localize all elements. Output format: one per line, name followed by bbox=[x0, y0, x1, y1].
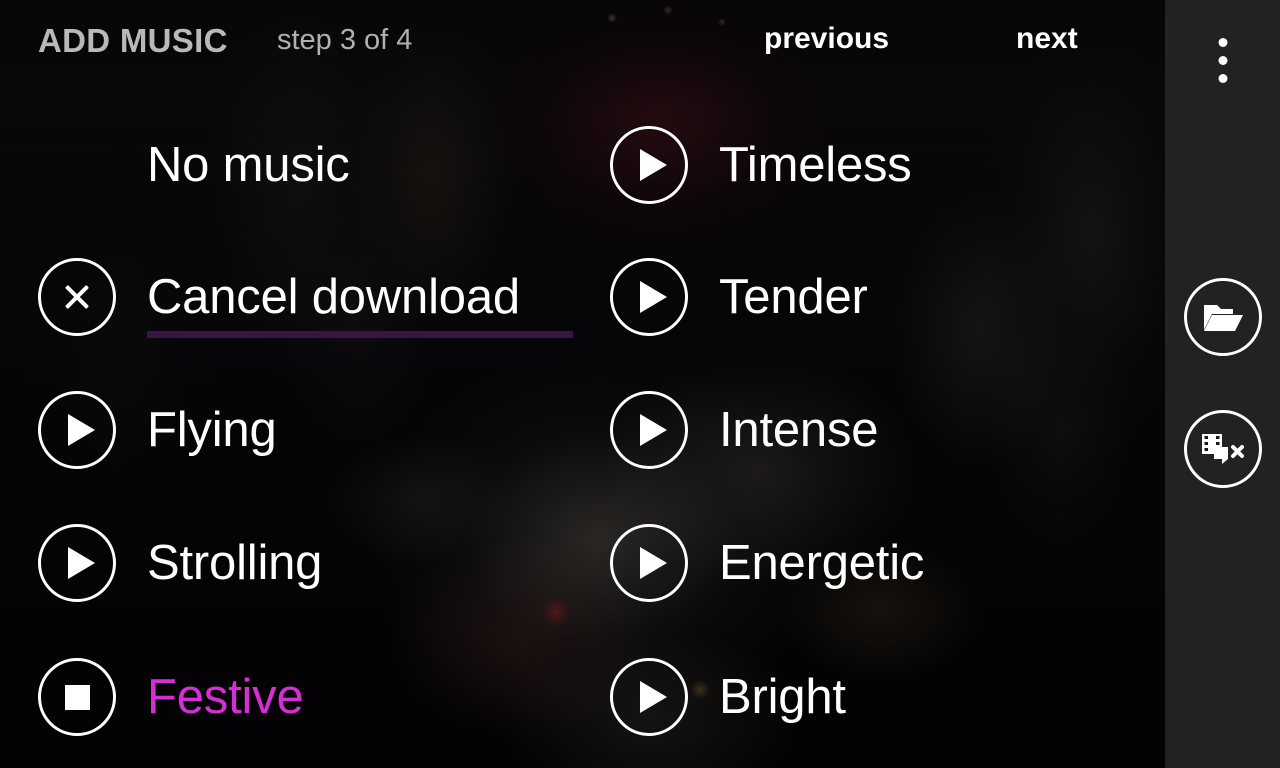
music-item-energetic[interactable]: Energetic bbox=[610, 518, 1155, 608]
music-item-bright[interactable]: Bright bbox=[610, 652, 1155, 742]
play-glyph bbox=[640, 681, 667, 713]
music-item-timeless[interactable]: Timeless bbox=[610, 120, 1155, 210]
download-block: Cancel download bbox=[147, 269, 573, 338]
music-item-intense[interactable]: Intense bbox=[610, 385, 1155, 475]
music-item-no-music[interactable]: No music bbox=[38, 120, 598, 210]
play-glyph bbox=[640, 281, 667, 313]
more-options-icon[interactable] bbox=[1218, 38, 1227, 83]
more-dot bbox=[1218, 56, 1227, 65]
play-icon[interactable] bbox=[610, 258, 688, 336]
folder-icon bbox=[1202, 300, 1244, 334]
play-glyph bbox=[640, 149, 667, 181]
no-icon bbox=[38, 126, 116, 204]
close-icon[interactable] bbox=[38, 258, 116, 336]
music-item-tender[interactable]: Tender bbox=[610, 252, 1155, 342]
music-item-label: Timeless bbox=[719, 137, 912, 192]
stop-icon[interactable] bbox=[38, 658, 116, 736]
music-item-label: Cancel download bbox=[147, 269, 520, 324]
play-glyph bbox=[68, 414, 95, 446]
command-bar bbox=[1165, 0, 1280, 768]
play-glyph bbox=[640, 414, 667, 446]
music-item-label: Flying bbox=[147, 402, 277, 457]
more-dot bbox=[1218, 38, 1227, 47]
close-glyph bbox=[62, 282, 92, 312]
music-item-label: Strolling bbox=[147, 535, 323, 590]
music-item-festive[interactable]: Festive bbox=[38, 652, 598, 742]
play-icon[interactable] bbox=[610, 126, 688, 204]
music-item-label: No music bbox=[147, 137, 350, 192]
music-item-label: Energetic bbox=[719, 535, 925, 590]
music-item-flying[interactable]: Flying bbox=[38, 385, 598, 475]
music-item-cancel-download[interactable]: Cancel download bbox=[38, 252, 598, 342]
music-list: No music Cancel download Flying Strollin… bbox=[0, 0, 1165, 768]
play-glyph bbox=[68, 547, 95, 579]
music-item-label: Bright bbox=[719, 669, 846, 724]
download-progress-bar bbox=[147, 330, 573, 338]
play-glyph bbox=[640, 547, 667, 579]
music-item-strolling[interactable]: Strolling bbox=[38, 518, 598, 608]
play-icon[interactable] bbox=[610, 658, 688, 736]
music-item-label: Intense bbox=[719, 402, 879, 457]
open-folder-button[interactable] bbox=[1183, 278, 1262, 356]
play-icon[interactable] bbox=[38, 391, 116, 469]
music-item-label: Festive bbox=[147, 669, 304, 724]
play-icon[interactable] bbox=[610, 524, 688, 602]
music-item-label: Tender bbox=[719, 269, 868, 324]
stop-glyph bbox=[64, 684, 90, 710]
film-remove-icon bbox=[1200, 431, 1246, 467]
remove-clip-button[interactable] bbox=[1183, 410, 1262, 488]
play-icon[interactable] bbox=[38, 524, 116, 602]
more-dot bbox=[1218, 74, 1227, 83]
play-icon[interactable] bbox=[610, 391, 688, 469]
add-music-screen: ADD MUSIC step 3 of 4 previous next No m… bbox=[0, 0, 1280, 768]
